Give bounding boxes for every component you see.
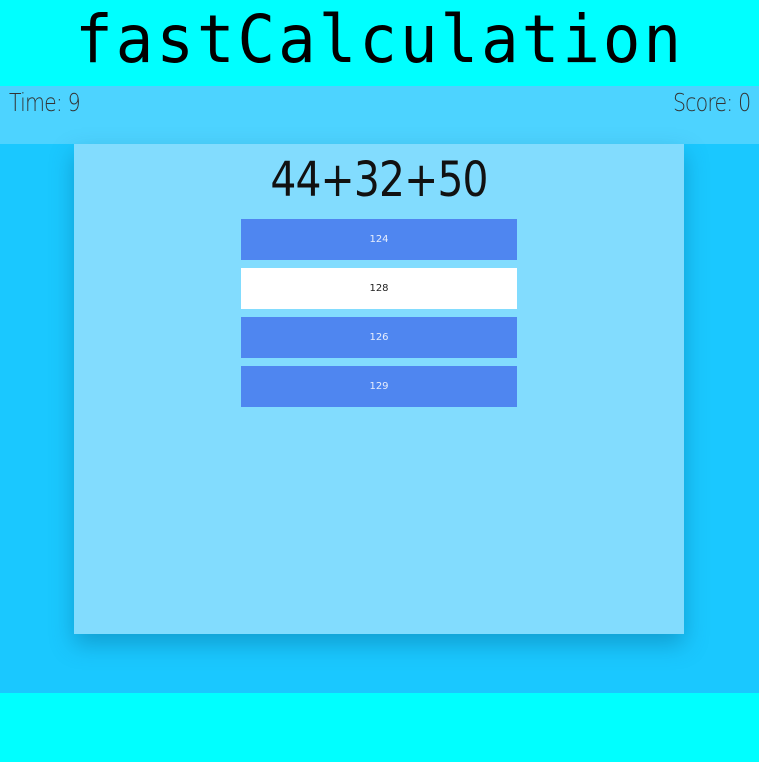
answer-list: 124 128 126 129: [241, 219, 517, 415]
status-bar: Time: 9 Score: 0: [0, 86, 759, 144]
answer-button-2[interactable]: 128: [241, 268, 517, 309]
score-counter: Score: 0: [672, 88, 751, 117]
time-counter: Time: 9: [9, 88, 81, 117]
answer-button-1[interactable]: 124: [241, 219, 517, 260]
answer-button-4[interactable]: 129: [241, 366, 517, 407]
title-bar: fastCalculation: [0, 0, 759, 86]
game-area: 44+32+50 124 128 126 129: [0, 144, 759, 693]
app-title: fastCalculation: [75, 1, 684, 78]
answer-button-3[interactable]: 126: [241, 317, 517, 358]
question-card: 44+32+50 124 128 126 129: [74, 144, 684, 634]
question-expression: 44+32+50: [270, 152, 488, 208]
footer-bar: [0, 693, 759, 762]
